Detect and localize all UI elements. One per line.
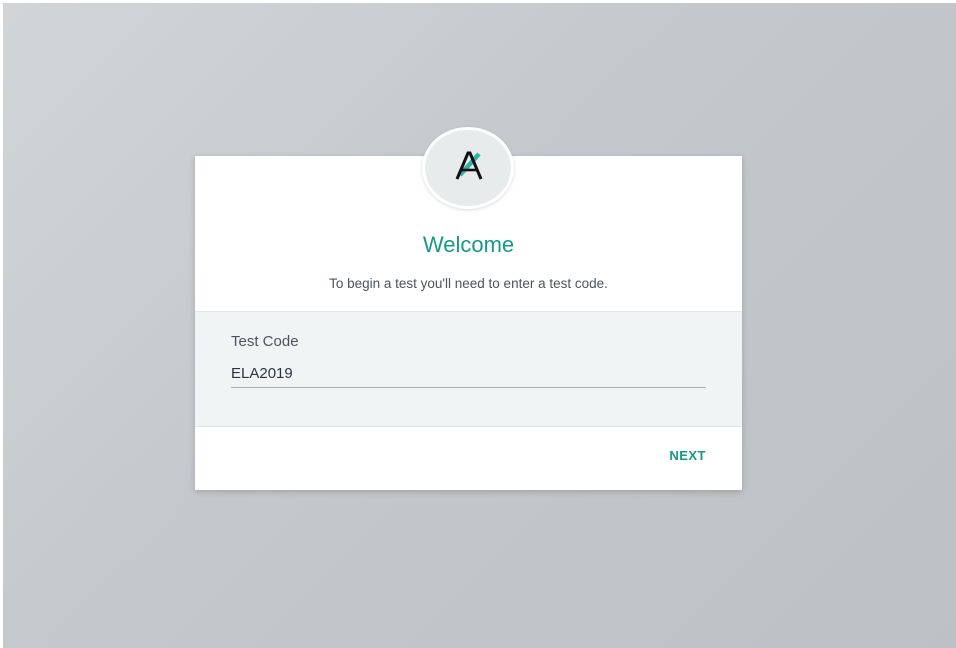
ampersand-a-logo-icon [455,151,483,180]
test-code-panel: Test Code [195,311,742,427]
welcome-title: Welcome [422,232,515,257]
test-code-label: Test Code [231,333,299,350]
next-button[interactable]: NEXT [669,448,706,463]
test-code-input[interactable] [231,360,706,388]
left-edge [0,0,3,648]
logo-badge [422,127,514,209]
top-edge [0,0,956,3]
welcome-subtitle: To begin a test you'll need to enter a t… [329,276,608,291]
